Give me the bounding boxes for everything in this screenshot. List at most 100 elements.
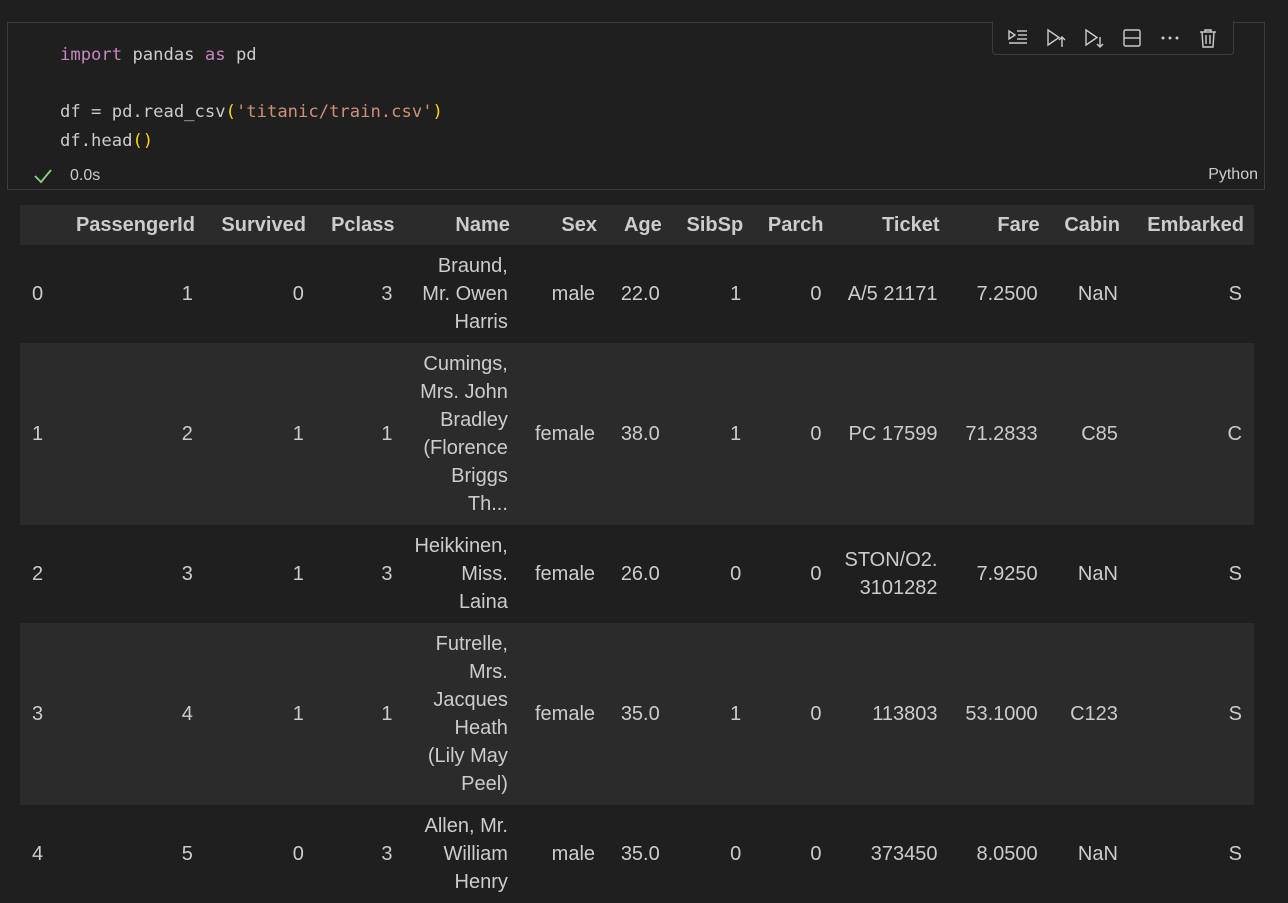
split-cell-icon (1123, 28, 1141, 47)
table-cell: 1 (292, 703, 304, 725)
table-cell: Cumings, Mrs. John Bradley (Florence Bri… (420, 353, 508, 515)
execution-time: 0.0s (70, 167, 101, 184)
table-cell: Heikkinen, Miss. Laina (414, 535, 508, 613)
cell-toolbar (992, 21, 1234, 55)
split-cell-button[interactable] (1117, 24, 1147, 52)
row-index: 1 (32, 423, 44, 445)
table-cell: S (1228, 563, 1242, 585)
execute-cell-and-below-button[interactable] (1079, 24, 1109, 52)
table-cell: 0 (292, 843, 304, 865)
code-token: df.head (60, 131, 133, 152)
table-cell: 2 (181, 423, 193, 445)
column-header: Name (404, 205, 520, 245)
code-token: ( (225, 102, 236, 123)
table-cell: C (1227, 423, 1242, 445)
execute-above-cells-button[interactable] (1003, 24, 1033, 52)
row-index: 4 (32, 843, 44, 865)
table-cell: Futrelle, Mrs. Jacques Heath (Lily May P… (427, 633, 508, 795)
table-cell: 22.0 (620, 283, 660, 305)
table-cell: 0 (810, 843, 822, 865)
code-token: () (132, 131, 154, 152)
cell-language[interactable]: Python (1208, 166, 1258, 184)
table-cell: NaN (1077, 843, 1118, 865)
table-cell: S (1228, 843, 1242, 865)
table-cell: 8.0500 (976, 843, 1038, 865)
code-token: as (204, 45, 226, 65)
table-cell: 0 (810, 703, 822, 725)
table-cell: 3 (181, 563, 193, 585)
table-cell: 1 (292, 563, 304, 585)
column-header: Cabin (1049, 205, 1130, 245)
more-actions-icon (1161, 36, 1179, 39)
table-cell: female (534, 423, 596, 445)
table-cell: A/5 21171 (847, 283, 938, 305)
table-cell: 26.0 (620, 563, 660, 585)
code-token: pandas (122, 45, 205, 65)
table-cell: 35.0 (620, 843, 660, 865)
code-token: 'titanic/train.csv' (235, 102, 433, 123)
table-cell: 4 (181, 703, 193, 725)
table-cell: 0 (810, 423, 822, 445)
execution-status: 0.0s (32, 164, 100, 188)
column-header: Fare (949, 205, 1050, 245)
table-cell: Braund, Mr. Owen Harris (422, 255, 508, 333)
table-cell: 35.0 (620, 703, 660, 725)
table-cell: 1 (730, 703, 742, 725)
table-cell: 3 (381, 843, 393, 865)
code-token: ) (432, 102, 443, 123)
table-cell: male (551, 843, 596, 865)
code-editor[interactable]: import pandas as pd df = pd.read_csv('tit… (60, 41, 443, 156)
more-actions-button[interactable] (1155, 24, 1185, 52)
delete-cell-button[interactable] (1193, 24, 1223, 52)
table-row: 3 4 1 1 Futrelle, Mrs. Jacques Heath (Lily M… (20, 623, 1254, 805)
table-cell: 113803 (872, 703, 938, 725)
execute-cell-and-above-icon (1047, 28, 1066, 47)
code-token: pd (225, 45, 257, 65)
code-line: df = pd.read_csv('titanic/train.csv') (60, 98, 443, 127)
table-cell: 1 (181, 283, 193, 305)
column-header: Embarked (1129, 205, 1254, 245)
table-header-row: PassengerId Survived Pclass Name Sex Age SibSp… (20, 205, 1254, 245)
table-cell: 5 (181, 843, 193, 865)
execute-cell-and-above-button[interactable] (1041, 24, 1071, 52)
column-header: Age (607, 205, 672, 245)
code-cell[interactable]: import pandas as pd df = pd.read_csv('tit… (7, 21, 1265, 190)
column-header: SibSp (671, 205, 754, 245)
table-cell: male (551, 283, 596, 305)
table-cell: 7.2500 (976, 283, 1038, 305)
code-token: df = pd.read_csv (60, 102, 226, 123)
code-line: import pandas as pd (60, 41, 443, 70)
column-header: Pclass (315, 205, 405, 245)
column-header: Survived (204, 205, 316, 245)
table-cell: female (534, 563, 596, 585)
table-cell: 1 (730, 423, 742, 445)
table-cell: 0 (810, 283, 822, 305)
table-cell: C85 (1081, 423, 1118, 445)
table-cell: NaN (1077, 563, 1118, 585)
table-cell: 3 (381, 563, 393, 585)
column-header: PassengerId (57, 205, 205, 245)
table-cell: 0 (810, 563, 822, 585)
cell-output: PassengerId Survived Pclass Name Sex Age SibSp… (20, 205, 1254, 903)
table-cell: STON/O2. 3101282 (844, 549, 938, 599)
code-token: import (60, 45, 123, 65)
table-row: 1 2 1 1 Cumings, Mrs. John Bradley (Florence… (20, 343, 1254, 525)
table-cell: C123 (1070, 703, 1118, 725)
table-cell: NaN (1077, 283, 1118, 305)
table-cell: 53.1000 (965, 703, 1038, 725)
table-cell: 7.9250 (976, 563, 1038, 585)
column-header: Parch (753, 205, 834, 245)
row-index: 3 (32, 703, 44, 725)
execute-above-cells-icon (1008, 29, 1027, 44)
table-cell: 0 (730, 843, 742, 865)
row-index: 0 (32, 283, 44, 305)
table-cell: 38.0 (620, 423, 660, 445)
table-cell: 0 (292, 283, 304, 305)
table-cell: S (1228, 703, 1242, 725)
row-index: 2 (32, 563, 44, 585)
table-cell: Allen, Mr. William Henry (424, 815, 508, 893)
table-cell: 1 (381, 423, 393, 445)
table-cell: female (534, 703, 596, 725)
table-cell: 71.2833 (965, 423, 1038, 445)
table-row: 0 1 0 3 Braund, Mr. Owen Harris male 22.0 1 0 A/5… (20, 245, 1254, 343)
